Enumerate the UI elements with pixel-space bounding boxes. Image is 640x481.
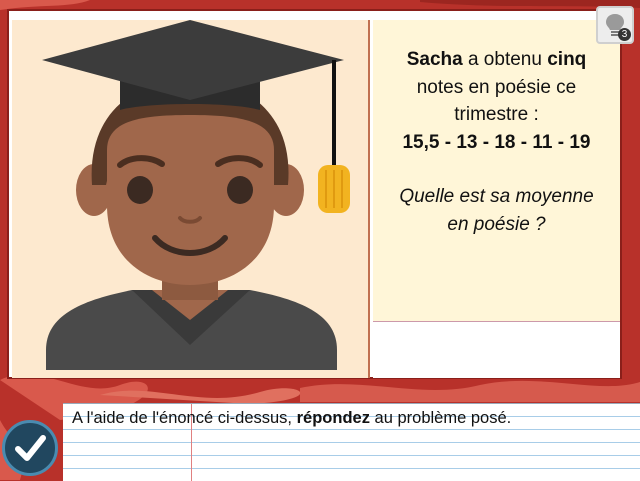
hint-button[interactable]: 3 [596,6,634,44]
problem-text-panel: Sacha a obtenu cinq notes en poésie ce t… [373,20,620,322]
problem-line-3: trimestre : [454,104,539,125]
graduate-student-icon [42,20,350,370]
grades-list: 15,5 - 13 - 18 - 11 - 19 [402,131,591,153]
illustration-panel [12,20,370,378]
validate-button[interactable] [2,420,58,476]
instruction-notebook: A l'aide de l'énoncé ci-dessus, répondez… [63,403,640,481]
problem-line-1: Sacha a obtenu cinq [406,49,587,70]
question-line-1: Quelle est sa moyenne [399,186,594,207]
question-line-2: en poésie ? [447,213,546,235]
hint-count-badge: 3 [618,28,631,41]
problem-line-2: notes en poésie ce [416,76,577,98]
checkmark-icon [15,435,46,461]
instruction-text: A l'aide de l'énoncé ci-dessus, répondez… [72,409,512,427]
answer-area [373,323,620,378]
